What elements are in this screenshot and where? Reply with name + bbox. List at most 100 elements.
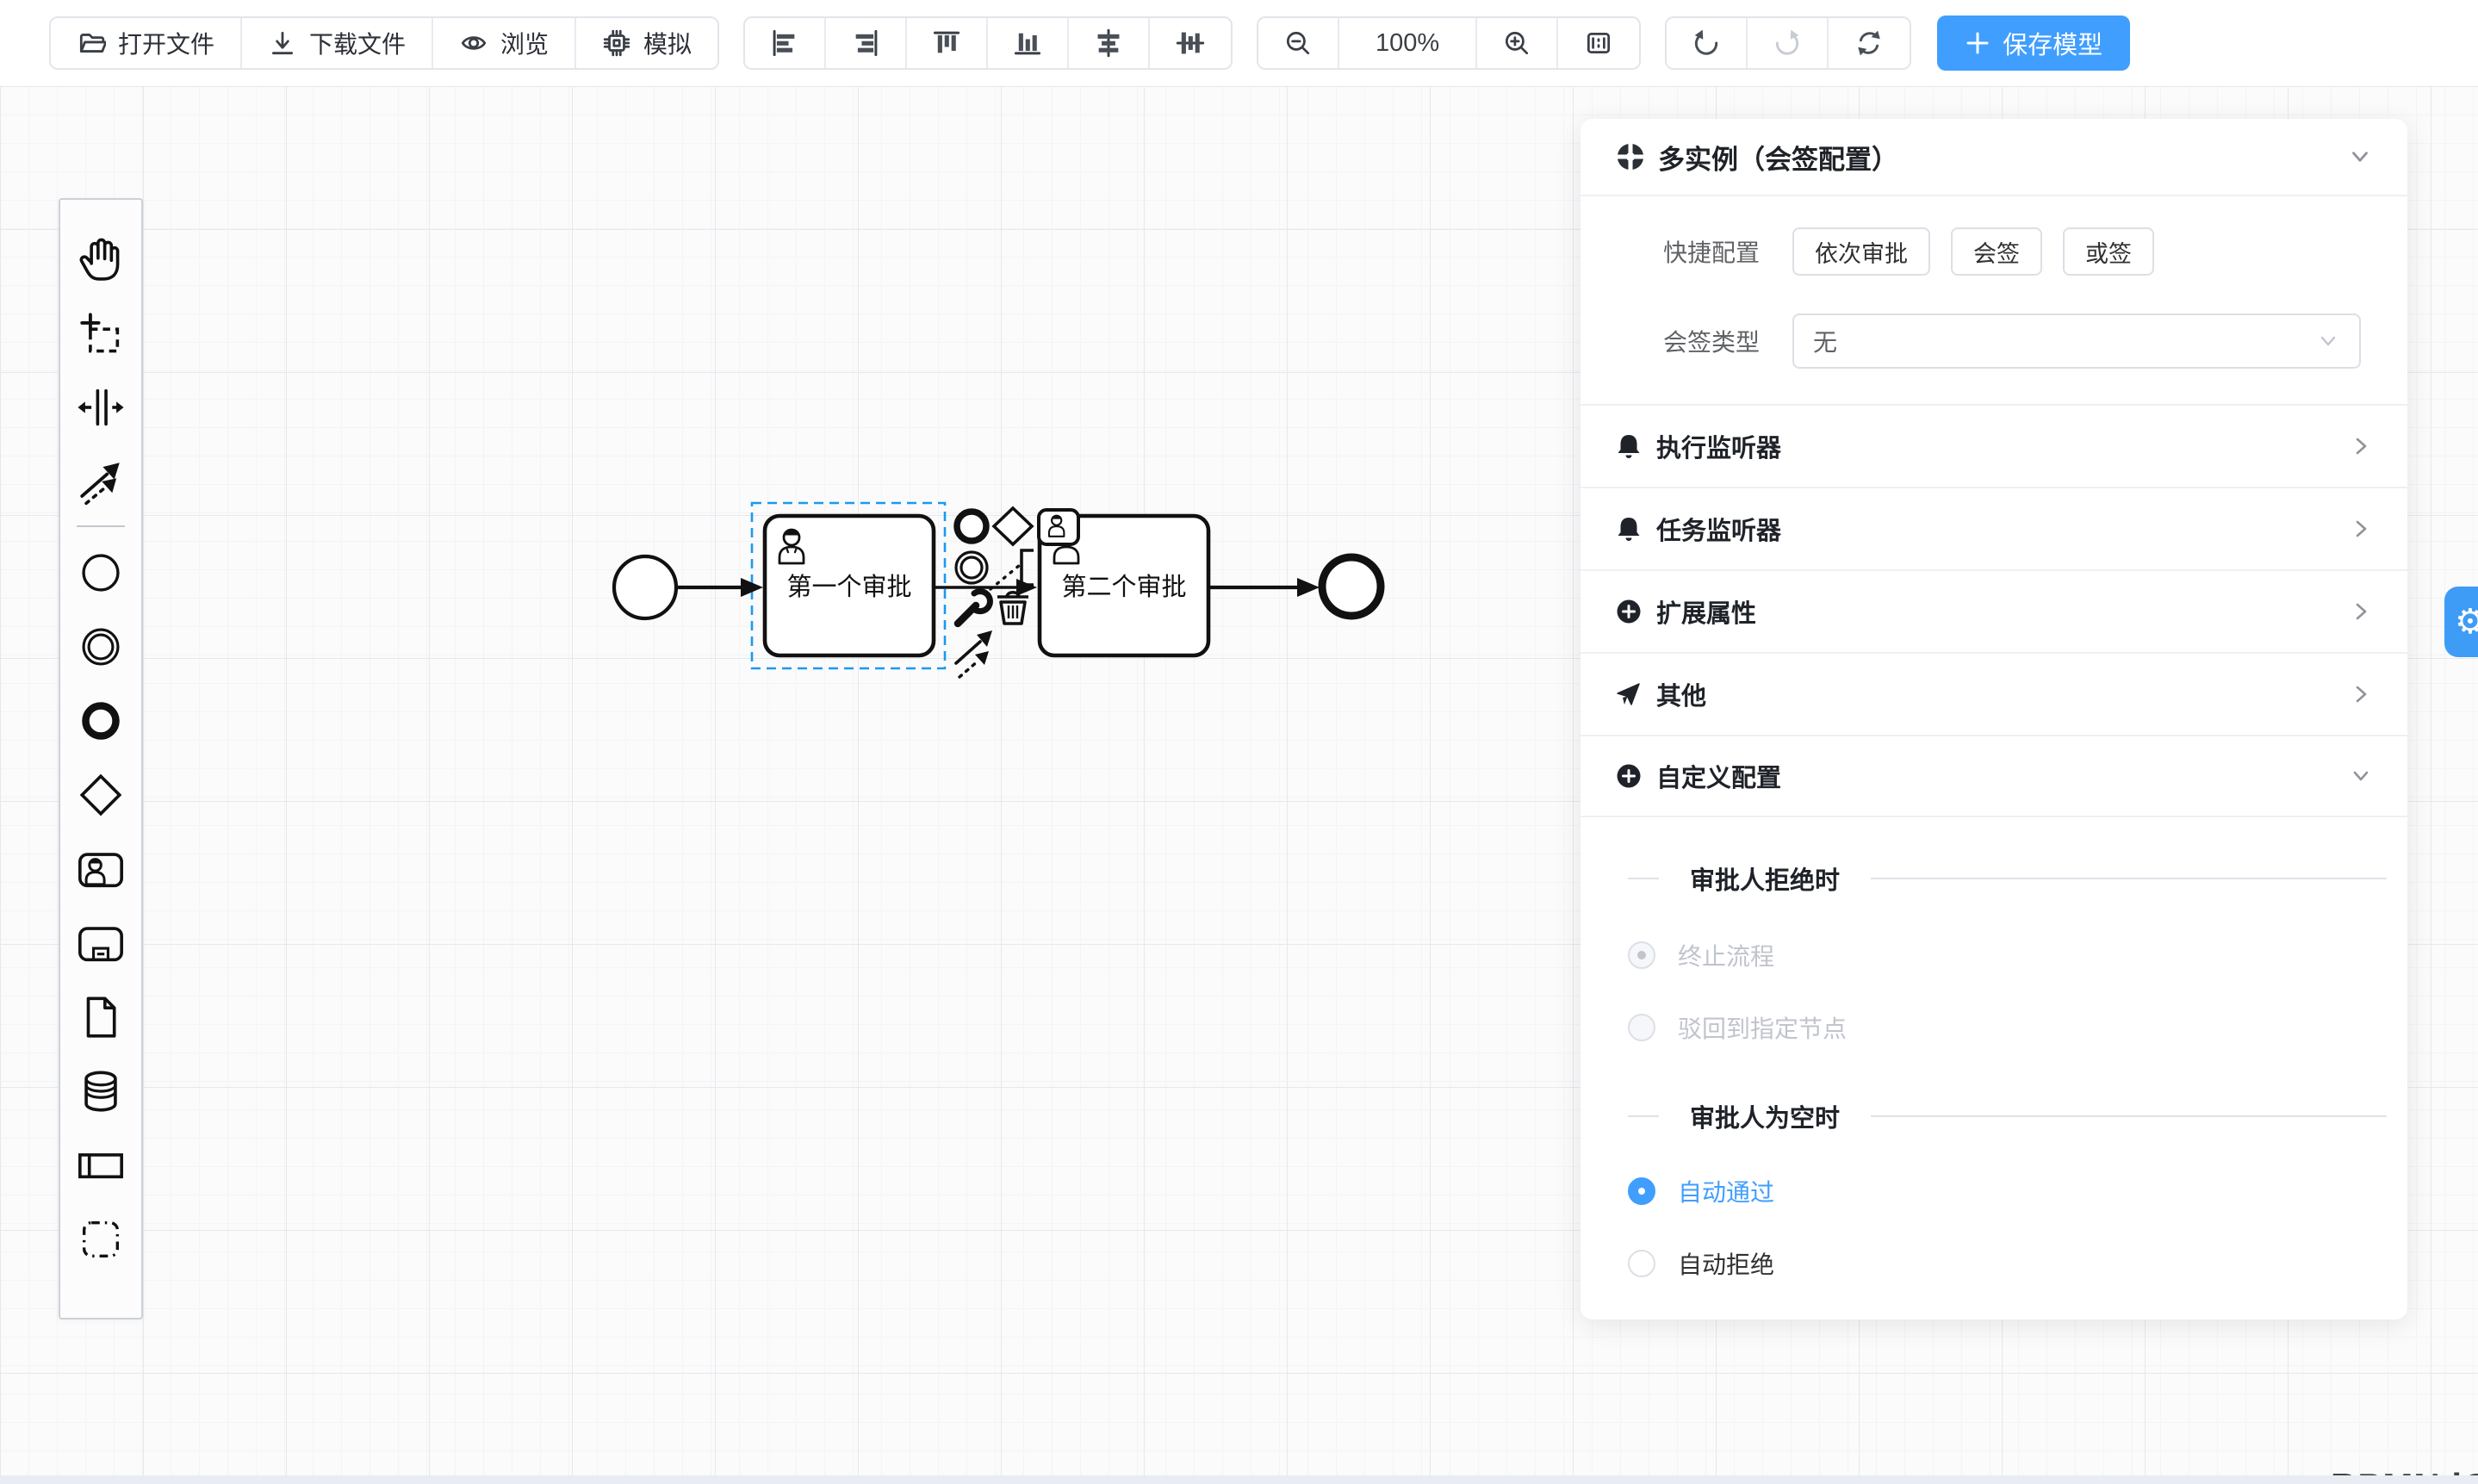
settings-tab[interactable]: ⚙ [2444, 587, 2478, 657]
append-gateway-icon[interactable] [994, 508, 1032, 544]
end-event[interactable] [1322, 557, 1381, 616]
subprocess-icon [76, 918, 126, 968]
palette-space-tool[interactable] [73, 370, 128, 444]
multi-type-label: 会签类型 [1615, 324, 1760, 358]
palette-create-intermediate-event[interactable] [73, 610, 128, 684]
simulate-button[interactable]: 模拟 [576, 18, 717, 68]
data-store-icon [76, 1066, 126, 1116]
quick-config-countersign-button[interactable]: 会签 [1951, 227, 2042, 276]
align-center-horizontal-icon [1094, 28, 1123, 58]
properties-panel: 多实例（会签配置） 快捷配置 依次审批 会签 或签 会签类型 [1581, 119, 2407, 1319]
palette-create-data-object[interactable] [73, 980, 128, 1054]
hand-icon [76, 234, 126, 284]
user-task-1[interactable] [765, 516, 934, 655]
section-execution-listener[interactable]: 执行监听器 [1581, 404, 2407, 487]
reset-button[interactable] [1829, 18, 1910, 68]
open-file-button[interactable]: 打开文件 [51, 18, 242, 68]
start-event[interactable] [614, 556, 676, 618]
radio-label: 自动通过 [1678, 1174, 1774, 1208]
palette-create-user-task[interactable] [73, 832, 128, 906]
palette-create-subprocess[interactable] [73, 906, 128, 980]
section-label: 扩展属性 [1656, 593, 1756, 630]
radio-indicator [1628, 1250, 1655, 1277]
palette-create-participant[interactable] [73, 1128, 128, 1202]
panel-header[interactable]: 多实例（会签配置） [1581, 119, 2407, 196]
zoom-in-button[interactable] [1477, 18, 1558, 68]
data-object-icon [76, 992, 126, 1042]
chevron-down-icon [2316, 329, 2340, 353]
palette-divider [77, 525, 125, 527]
section-custom-config[interactable]: 自定义配置 [1581, 735, 2407, 817]
radio-indicator [1628, 941, 1655, 969]
wrench-icon[interactable] [958, 592, 990, 624]
download-icon [268, 28, 297, 58]
undo-button[interactable] [1667, 18, 1748, 68]
chevron-right-icon [2349, 599, 2373, 624]
zoom-in-icon [1502, 28, 1531, 58]
selection-outline [752, 503, 945, 668]
reset-icon [1854, 28, 1884, 58]
participant-icon [76, 1140, 126, 1190]
radio-terminate-process[interactable]: 终止流程 [1628, 938, 2407, 972]
zoom-out-button[interactable] [1258, 18, 1339, 68]
fit-viewport-button[interactable] [1558, 18, 1639, 68]
radio-auto-reject[interactable]: 自动拒绝 [1628, 1246, 2407, 1281]
user-task-icon [779, 530, 804, 563]
radio-label: 自动拒绝 [1678, 1246, 1774, 1281]
section-extended-properties[interactable]: 扩展属性 [1581, 569, 2407, 652]
download-file-button[interactable]: 下载文件 [242, 18, 433, 68]
palette [59, 198, 143, 1319]
palette-create-end-event[interactable] [73, 684, 128, 758]
align-right-button[interactable] [826, 18, 907, 68]
append-end-event-icon[interactable] [957, 512, 986, 541]
palette-create-data-store[interactable] [73, 1054, 128, 1128]
redo-button[interactable] [1748, 18, 1829, 68]
space-tool-icon [76, 382, 126, 432]
multi-type-select[interactable]: 无 [1792, 314, 2361, 369]
align-right-icon [851, 28, 880, 58]
append-text-annotation-icon[interactable] [991, 550, 1034, 589]
radio-return-to-node[interactable]: 驳回到指定节点 [1628, 1010, 2407, 1045]
fit-viewport-icon [1584, 28, 1613, 58]
gateway-icon [76, 770, 126, 820]
section-label: 自定义配置 [1656, 758, 1781, 794]
palette-create-gateway[interactable] [73, 758, 128, 832]
preview-button[interactable]: 浏览 [433, 18, 576, 68]
palette-global-connect-tool[interactable] [73, 444, 128, 518]
append-user-task-icon[interactable] [1039, 510, 1078, 544]
connect-tool-icon[interactable] [956, 630, 992, 677]
panel-form: 快捷配置 依次审批 会签 或签 会签类型 无 [1581, 196, 2407, 369]
quick-config-orsign-button[interactable]: 或签 [2063, 227, 2154, 276]
radio-indicator [1628, 1177, 1655, 1205]
section-other[interactable]: 其他 [1581, 652, 2407, 735]
align-top-button[interactable] [907, 18, 988, 68]
group-icon [76, 1214, 126, 1264]
arrowhead [1297, 578, 1320, 597]
chevron-down-icon [2349, 764, 2373, 788]
section-task-listener[interactable]: 任务监听器 [1581, 487, 2407, 569]
folder-open-icon [77, 28, 106, 58]
radio-auto-pass[interactable]: 自动通过 [1628, 1174, 2407, 1208]
palette-hand-tool[interactable] [73, 222, 128, 296]
chevron-down-icon[interactable] [2347, 144, 2373, 170]
align-left-button[interactable] [745, 18, 826, 68]
palette-lasso-tool[interactable] [73, 296, 128, 370]
plus-circle-icon [1615, 762, 1643, 790]
append-intermediate-event-icon[interactable] [956, 552, 987, 583]
align-center-vertical-button[interactable] [1150, 18, 1231, 68]
align-center-vertical-icon [1176, 28, 1205, 58]
multi-type-value: 无 [1813, 324, 2316, 358]
canvas[interactable]: 第一个审批 第二个审批 [0, 86, 2478, 1475]
quick-config-sequential-button[interactable]: 依次审批 [1792, 227, 1930, 276]
zoom-level: 100% [1339, 18, 1477, 68]
palette-create-start-event[interactable] [73, 536, 128, 610]
align-bottom-button[interactable] [988, 18, 1069, 68]
align-center-horizontal-button[interactable] [1069, 18, 1150, 68]
palette-create-group[interactable] [73, 1202, 128, 1276]
plus-icon [1965, 30, 1990, 56]
arrowhead [741, 578, 763, 597]
trash-icon[interactable] [997, 593, 1028, 624]
user-task-2-label: 第二个审批 [1061, 573, 1186, 601]
user-task-2[interactable] [1040, 516, 1208, 655]
save-model-button[interactable]: 保存模型 [1937, 16, 2130, 71]
